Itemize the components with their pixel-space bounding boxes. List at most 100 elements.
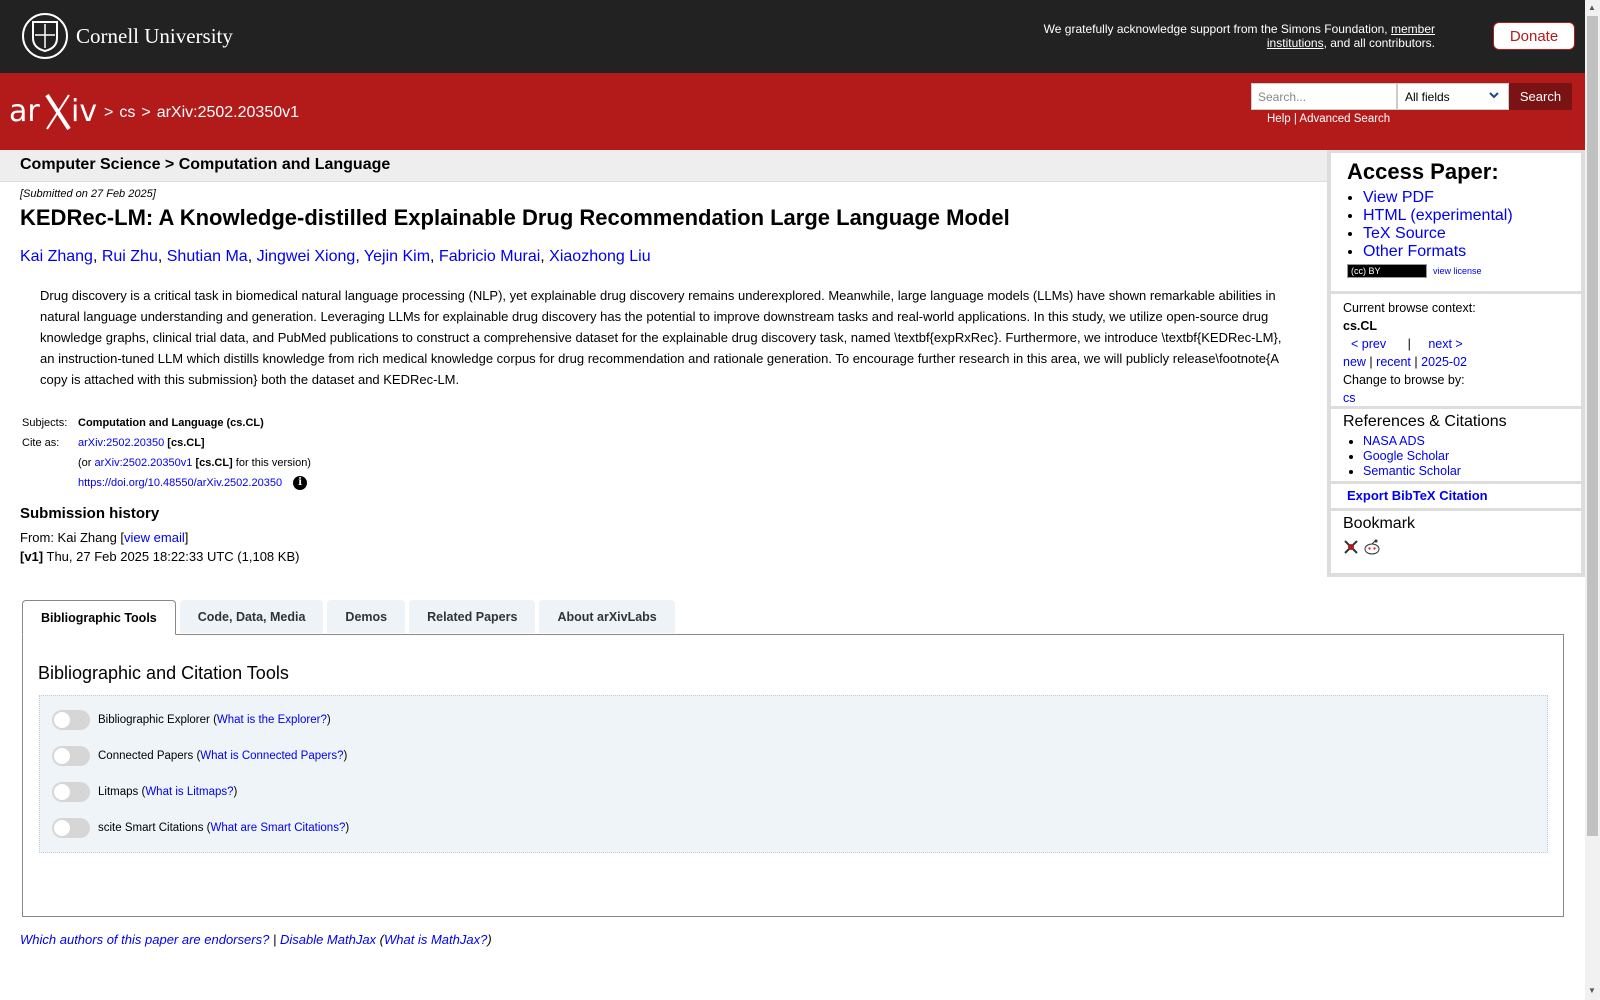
footer-links: Which authors of this paper are endorser… xyxy=(20,932,492,947)
reddit-icon[interactable] xyxy=(1363,539,1380,555)
info-icon[interactable]: i xyxy=(293,476,308,491)
toggle-row-explorer: Bibliographic Explorer (What is the Expl… xyxy=(52,710,331,730)
google-scholar-link[interactable]: Google Scholar xyxy=(1363,449,1449,463)
submission-history: From: Kai Zhang [view email] [v1] Thu, 2… xyxy=(20,530,300,564)
breadcrumb-paper-id: arXiv:2502.20350v1 xyxy=(156,104,300,121)
svg-text:iv: iv xyxy=(71,94,97,129)
search-input[interactable]: Search... xyxy=(1251,83,1397,110)
labs-tabs: Bibliographic Tools Code, Data, Media De… xyxy=(22,600,675,635)
arxiv-header: ar iv > cs > arXiv:2502.20350v1 Search..… xyxy=(0,73,1585,150)
cc-license-icon[interactable]: (cc) BY xyxy=(1347,264,1427,278)
search-help-links: Help | Advanced Search xyxy=(1267,113,1391,125)
other-formats-link[interactable]: Other Formats xyxy=(1363,243,1466,260)
author-link[interactable]: Jingwei Xiong xyxy=(257,248,356,265)
prev-link[interactable]: < prev xyxy=(1351,337,1386,351)
semantic-scholar-link[interactable]: Semantic Scholar xyxy=(1363,464,1461,478)
disable-mathjax-link[interactable]: Disable MathJax xyxy=(280,932,376,947)
author-link[interactable]: Kai Zhang xyxy=(20,248,93,265)
svg-text:ar: ar xyxy=(9,94,40,129)
recent-link[interactable]: recent xyxy=(1376,355,1411,369)
breadcrumb: > cs > arXiv:2502.20350v1 xyxy=(104,104,300,122)
tab-code-data-media[interactable]: Code, Data, Media xyxy=(179,600,324,633)
new-link[interactable]: new xyxy=(1343,355,1366,369)
breadcrumb-cs[interactable]: cs xyxy=(119,104,135,122)
sidebar: Access Paper: View PDF HTML (experimenta… xyxy=(1327,150,1585,577)
access-paper-panel: Access Paper: View PDF HTML (experimenta… xyxy=(1331,153,1581,291)
paper-title: KEDRec-LM: A Knowledge-distilled Explain… xyxy=(20,205,1010,230)
version-info: Thu, 27 Feb 2025 18:22:33 UTC (1,108 KB) xyxy=(46,549,300,564)
cite-label: Cite as: xyxy=(22,437,60,449)
tools-toggle-list: Bibliographic Explorer (What is the Expl… xyxy=(39,695,1548,853)
doi-link[interactable]: https://doi.org/10.48550/arXiv.2502.2035… xyxy=(78,477,282,489)
cornell-name: Cornell University xyxy=(76,23,233,48)
tab-related-papers[interactable]: Related Papers xyxy=(409,600,536,633)
scroll-down-icon[interactable]: ▼ xyxy=(1588,986,1596,995)
scite-toggle[interactable] xyxy=(52,818,90,838)
author-link[interactable]: Xiaozhong Liu xyxy=(549,248,650,265)
html-link[interactable]: HTML (experimental) xyxy=(1363,207,1513,224)
view-license-link[interactable]: view license xyxy=(1433,266,1482,276)
subject-heading: Computer Science > Computation and Langu… xyxy=(20,156,391,173)
cornell-logo[interactable]: Cornell University xyxy=(22,13,233,59)
nasa-ads-link[interactable]: NASA ADS xyxy=(1363,434,1425,448)
tab-about-arxivlabs[interactable]: About arXivLabs xyxy=(539,600,675,633)
donate-button[interactable]: Donate xyxy=(1493,22,1575,50)
access-title: Access Paper: xyxy=(1347,159,1499,184)
tab-panel: Bibliographic and Citation Tools Bibliog… xyxy=(22,634,1564,917)
author-link[interactable]: Fabricio Murai xyxy=(439,248,540,265)
next-link[interactable]: next > xyxy=(1428,337,1462,351)
what-connected-papers-link[interactable]: What is Connected Papers? xyxy=(200,750,343,762)
view-email-link[interactable]: view email xyxy=(124,530,185,545)
submission-history-title: Submission history xyxy=(20,505,160,522)
scrollbar-thumb[interactable] xyxy=(1587,16,1598,836)
what-smart-citations-link[interactable]: What are Smart Citations? xyxy=(210,822,345,834)
toggle-row-litmaps: Litmaps (What is Litmaps?) xyxy=(52,782,237,802)
what-litmaps-link[interactable]: What is Litmaps? xyxy=(145,786,233,798)
subjects-label: Subjects: xyxy=(22,417,68,429)
bookmark-title: Bookmark xyxy=(1343,515,1416,532)
tab-demos[interactable]: Demos xyxy=(327,600,406,633)
advanced-search-link[interactable]: Advanced Search xyxy=(1299,113,1390,125)
view-pdf-link[interactable]: View PDF xyxy=(1363,189,1434,206)
author-link[interactable]: Rui Zhu xyxy=(102,248,158,265)
scroll-up-icon[interactable]: ▲ xyxy=(1588,3,1596,12)
what-explorer-link[interactable]: What is the Explorer? xyxy=(217,714,327,726)
subjects-value: Computation and Language (cs.CL) xyxy=(78,417,264,429)
litmaps-toggle[interactable] xyxy=(52,782,90,802)
tex-source-link[interactable]: TeX Source xyxy=(1363,225,1446,242)
cornell-seal-icon xyxy=(22,13,68,59)
connected-papers-toggle[interactable] xyxy=(52,746,90,766)
tools-title: Bibliographic and Citation Tools xyxy=(38,663,289,683)
page-scrollbar[interactable]: ▲ ▼ xyxy=(1585,0,1600,1000)
explorer-toggle[interactable] xyxy=(52,710,90,730)
search-field-select[interactable]: All fields xyxy=(1397,83,1509,110)
references-title: References & Citations xyxy=(1343,413,1507,430)
submission-date: [Submitted on 27 Feb 2025] xyxy=(20,188,156,200)
top-bar: Cornell University We gratefully acknowl… xyxy=(0,0,1585,73)
endorsers-link[interactable]: Which authors of this paper are endorser… xyxy=(20,932,269,947)
version-tag: [v1] xyxy=(20,549,44,564)
tab-bibliographic-tools[interactable]: Bibliographic Tools xyxy=(22,600,176,635)
search-button[interactable]: Search xyxy=(1509,83,1572,110)
chevron-down-icon xyxy=(1488,89,1500,104)
author-link[interactable]: Shutian Ma xyxy=(167,248,248,265)
month-link[interactable]: 2025-02 xyxy=(1421,355,1467,369)
support-text: We gratefully acknowledge support from t… xyxy=(1043,22,1435,50)
arxiv-logo[interactable]: ar iv xyxy=(9,89,99,136)
help-link[interactable]: Help xyxy=(1267,113,1291,125)
browse-context-panel: Current browse context: cs.CL < prev | n… xyxy=(1331,294,1581,406)
export-bibtex-link[interactable]: Export BibTeX Citation xyxy=(1347,488,1488,503)
cite-version-link[interactable]: arXiv:2502.20350v1 xyxy=(95,457,193,469)
subject-bar: Computer Science > Computation and Langu… xyxy=(0,150,1327,182)
bibsonomy-icon[interactable] xyxy=(1343,539,1359,555)
abstract: Drug discovery is a critical task in bio… xyxy=(40,288,1282,387)
author-link[interactable]: Yejin Kim xyxy=(364,248,430,265)
export-bibtex-panel: Export BibTeX Citation xyxy=(1331,484,1581,508)
toggle-row-scite: scite Smart Citations (What are Smart Ci… xyxy=(52,818,349,838)
cite-id-link[interactable]: arXiv:2502.20350 xyxy=(78,437,164,449)
what-mathjax-link[interactable]: What is MathJax? xyxy=(384,932,487,947)
author-list: Kai Zhang, Rui Zhu, Shutian Ma, Jingwei … xyxy=(20,248,651,265)
browse-cs-link[interactable]: cs xyxy=(1343,391,1356,405)
references-panel: References & Citations NASA ADS Google S… xyxy=(1331,409,1581,481)
toggle-row-connected-papers: Connected Papers (What is Connected Pape… xyxy=(52,746,347,766)
